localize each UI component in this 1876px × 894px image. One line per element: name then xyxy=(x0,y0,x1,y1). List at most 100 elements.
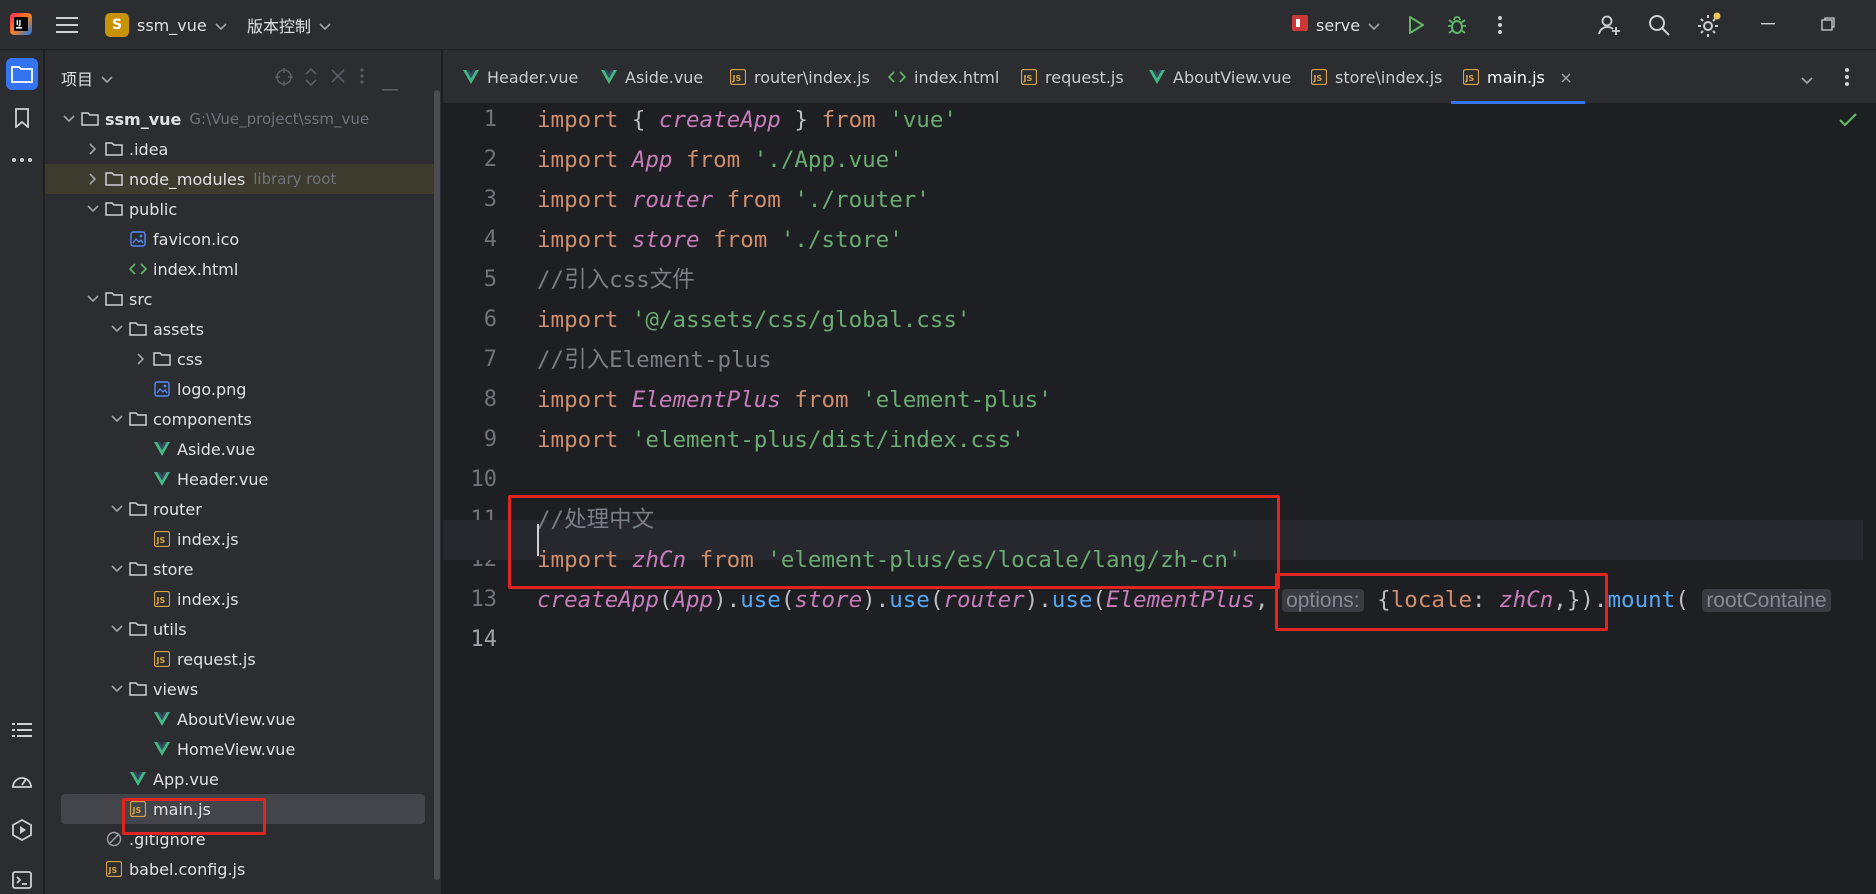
chevron-right-icon[interactable] xyxy=(133,351,149,367)
js-file-icon: JS xyxy=(1463,69,1479,85)
code-token: ). xyxy=(713,587,741,613)
tree-item[interactable]: JS request.js xyxy=(45,644,440,674)
more-actions-icon[interactable] xyxy=(1487,12,1513,38)
tree-item[interactable]: assets xyxy=(45,314,440,344)
chevron-down-icon[interactable] xyxy=(109,321,125,337)
tree-item[interactable]: JS babel.config.js xyxy=(45,854,440,884)
code-token: App xyxy=(631,147,673,173)
editor-scrollbar[interactable] xyxy=(1861,104,1875,894)
restore-icon[interactable] xyxy=(1816,12,1840,36)
tab-list-chevron-icon[interactable] xyxy=(1801,70,1813,89)
search-icon[interactable] xyxy=(1645,11,1673,39)
run-config-selector[interactable]: serve xyxy=(1292,10,1380,40)
tree-item-label: router xyxy=(153,499,202,519)
code-line: import router from './router' xyxy=(537,180,930,220)
bookmarks-icon[interactable] xyxy=(6,102,38,134)
editor-tab[interactable]: JS store\index.js xyxy=(1311,50,1443,104)
tree-item[interactable]: JS index.js xyxy=(45,524,440,554)
code-token: from xyxy=(821,107,876,133)
chevron-down-icon[interactable] xyxy=(85,291,101,307)
main-menu-icon[interactable] xyxy=(54,12,80,38)
chevron-down-icon[interactable] xyxy=(109,411,125,427)
tree-item[interactable]: ssm_vue G:\Vue_project\ssm_vue xyxy=(45,104,440,134)
code-line: //引入Element-plus xyxy=(537,340,772,380)
tree-item[interactable]: index.html xyxy=(45,254,440,284)
tree-item[interactable]: css xyxy=(45,344,440,374)
code-line: //引入css文件 xyxy=(537,260,695,300)
tree-item[interactable]: favicon.ico xyxy=(45,224,440,254)
expand-all-icon[interactable] xyxy=(303,67,319,91)
tree-item[interactable]: JS index.js xyxy=(45,584,440,614)
more-tools-icon[interactable] xyxy=(6,144,38,176)
tree-item-label: index.js xyxy=(177,589,239,609)
editor-tab-label: Aside.vue xyxy=(625,67,704,87)
chevron-down-icon[interactable] xyxy=(109,681,125,697)
chevron-down-icon[interactable] xyxy=(85,201,101,217)
tree-item[interactable]: utils xyxy=(45,614,440,644)
folder-icon xyxy=(81,111,99,127)
project-switcher[interactable]: S ssm_vue xyxy=(105,10,227,40)
chevron-right-icon[interactable] xyxy=(85,171,101,187)
run-icon[interactable] xyxy=(1403,12,1429,38)
tree-item-label: index.js xyxy=(177,529,239,549)
editor-tab[interactable]: index.html xyxy=(888,50,999,104)
tree-item[interactable]: router xyxy=(45,494,440,524)
settings-icon[interactable] xyxy=(1694,10,1724,40)
tree-item[interactable]: store xyxy=(45,554,440,584)
chevron-down-icon[interactable] xyxy=(109,561,125,577)
tree-item-label: store xyxy=(153,559,194,579)
tree-item[interactable]: logo.png xyxy=(45,374,440,404)
hide-panel-icon[interactable] xyxy=(382,76,398,95)
code-line: import { createApp } from 'vue' xyxy=(537,100,957,140)
panel-options-icon[interactable] xyxy=(360,68,364,88)
vue-file-icon xyxy=(153,711,171,727)
minimize-icon[interactable] xyxy=(1756,12,1780,36)
tree-item[interactable]: .idea xyxy=(45,134,440,164)
tree-item[interactable]: public xyxy=(45,194,440,224)
services-icon[interactable] xyxy=(6,814,38,846)
editor-tab[interactable]: JS request.js xyxy=(1021,50,1124,104)
svg-text:JS: JS xyxy=(1313,74,1323,83)
tree-item[interactable]: src xyxy=(45,284,440,314)
code-token: import xyxy=(537,427,619,453)
editor-tab[interactable]: Header.vue xyxy=(463,50,578,104)
tree-item[interactable]: App.vue xyxy=(45,764,440,794)
tree-item[interactable]: Aside.vue xyxy=(45,434,440,464)
tree-item[interactable]: HomeView.vue xyxy=(45,734,440,764)
code-token: ). xyxy=(1024,587,1052,613)
tree-item[interactable]: Header.vue xyxy=(45,464,440,494)
project-tool-icon[interactable] xyxy=(6,58,38,90)
project-view-selector[interactable]: 项目 xyxy=(61,66,113,90)
editor-tab-label: AboutView.vue xyxy=(1173,67,1292,87)
tree-item[interactable]: components xyxy=(45,404,440,434)
tree-item[interactable]: node_modules library root xyxy=(45,164,440,194)
profiler-icon[interactable] xyxy=(6,764,38,796)
chevron-down-icon[interactable] xyxy=(109,621,125,637)
editor-tab[interactable]: AboutView.vue xyxy=(1149,50,1291,104)
editor-tab[interactable]: JS main.js xyxy=(1451,50,1585,104)
editor-tab[interactable]: JS router\index.js xyxy=(730,50,870,104)
tab-options-icon[interactable] xyxy=(1845,68,1849,90)
vcs-menu[interactable]: 版本控制 xyxy=(247,10,331,40)
terminal-icon[interactable] xyxy=(6,864,38,894)
chevron-down-icon[interactable] xyxy=(61,111,77,127)
collapse-icon[interactable] xyxy=(330,68,346,88)
tree-item[interactable]: views xyxy=(45,674,440,704)
tree-item[interactable]: AboutView.vue xyxy=(45,704,440,734)
debug-icon[interactable] xyxy=(1444,12,1470,38)
tree-item-label: index.html xyxy=(153,259,239,279)
tree-item-label: App.vue xyxy=(153,769,219,789)
add-user-icon[interactable] xyxy=(1595,11,1623,39)
structure-icon[interactable] xyxy=(6,714,38,746)
locate-icon[interactable] xyxy=(274,67,294,91)
chevron-right-icon[interactable] xyxy=(85,141,101,157)
chevron-down-icon[interactable] xyxy=(109,501,125,517)
editor-tab-label: main.js xyxy=(1487,67,1545,87)
close-icon[interactable] xyxy=(1561,68,1571,87)
editor-tab[interactable]: Aside.vue xyxy=(601,50,703,104)
tree-scrollbar[interactable] xyxy=(434,90,440,880)
